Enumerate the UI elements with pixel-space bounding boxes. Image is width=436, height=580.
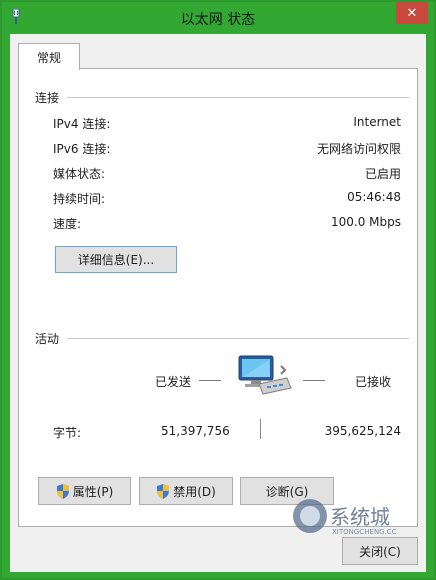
svg-text:系统城: 系统城: [330, 505, 390, 529]
watermark-logo: 系统城 XITONGCHENG.CC: [293, 499, 397, 536]
duration-value: 05:46:48: [347, 190, 401, 204]
close-icon: ✕: [406, 5, 418, 21]
window-close-button[interactable]: ✕: [396, 2, 428, 24]
window-title: 以太网 状态: [180, 12, 256, 28]
speed-label: 速度:: [53, 217, 82, 231]
details-button[interactable]: 详细信息(E)...: [55, 246, 177, 273]
svg-text:XITONGCHENG.CC: XITONGCHENG.CC: [332, 528, 397, 536]
received-dash: [303, 380, 325, 381]
uac-shield-icon: [56, 483, 69, 499]
properties-button-label: 属性(P): [72, 484, 114, 499]
details-button-label: 详细信息(E)...: [77, 253, 155, 267]
connection-section-header: 连接: [35, 91, 60, 105]
properties-button[interactable]: 属性(P): [38, 477, 131, 505]
window-frame: 以太网 状态 ✕ 常规 连接 IPv4 连接: Internet IPv6 连接…: [0, 0, 436, 580]
received-label: 已接收: [355, 375, 392, 389]
activity-section-header: 活动: [35, 332, 60, 346]
ipv4-connectivity-value: Internet: [353, 115, 401, 129]
dialog-client-area: 常规 连接 IPv4 连接: Internet IPv6 连接: 无网络访问权限…: [10, 34, 426, 572]
disable-button-label: 禁用(D): [173, 484, 216, 499]
network-computers-icon: [238, 355, 292, 395]
bytes-sent-value: 51,397,756: [161, 424, 230, 438]
tab-panel-general: 连接 IPv4 连接: Internet IPv6 连接: 无网络访问权限 媒体…: [18, 68, 418, 527]
duration-label: 持续时间:: [53, 192, 106, 206]
connection-section-divider: [67, 97, 409, 98]
ipv6-connectivity-value: 无网络访问权限: [316, 142, 401, 156]
close-button[interactable]: 关闭(C): [342, 537, 418, 565]
sent-label: 已发送: [155, 375, 192, 389]
ipv4-connectivity-label: IPv4 连接:: [53, 117, 111, 131]
uac-shield-icon: [157, 483, 170, 499]
bytes-divider: [260, 419, 261, 439]
sent-dash: [199, 380, 221, 381]
close-button-label: 关闭(C): [359, 544, 401, 559]
media-state-value: 已启用: [364, 167, 401, 181]
tab-general-label: 常规: [36, 50, 61, 65]
tab-general[interactable]: 常规: [18, 43, 80, 70]
title-bar[interactable]: 以太网 状态 ✕: [2, 2, 434, 34]
bytes-received-value: 395,625,124: [324, 424, 401, 438]
speed-value: 100.0 Mbps: [330, 215, 401, 229]
media-state-label: 媒体状态:: [53, 167, 106, 181]
bytes-label: 字节:: [53, 426, 82, 440]
disable-button[interactable]: 禁用(D): [139, 477, 233, 505]
activity-section-divider: [67, 338, 409, 339]
ipv6-connectivity-label: IPv6 连接:: [53, 142, 111, 156]
